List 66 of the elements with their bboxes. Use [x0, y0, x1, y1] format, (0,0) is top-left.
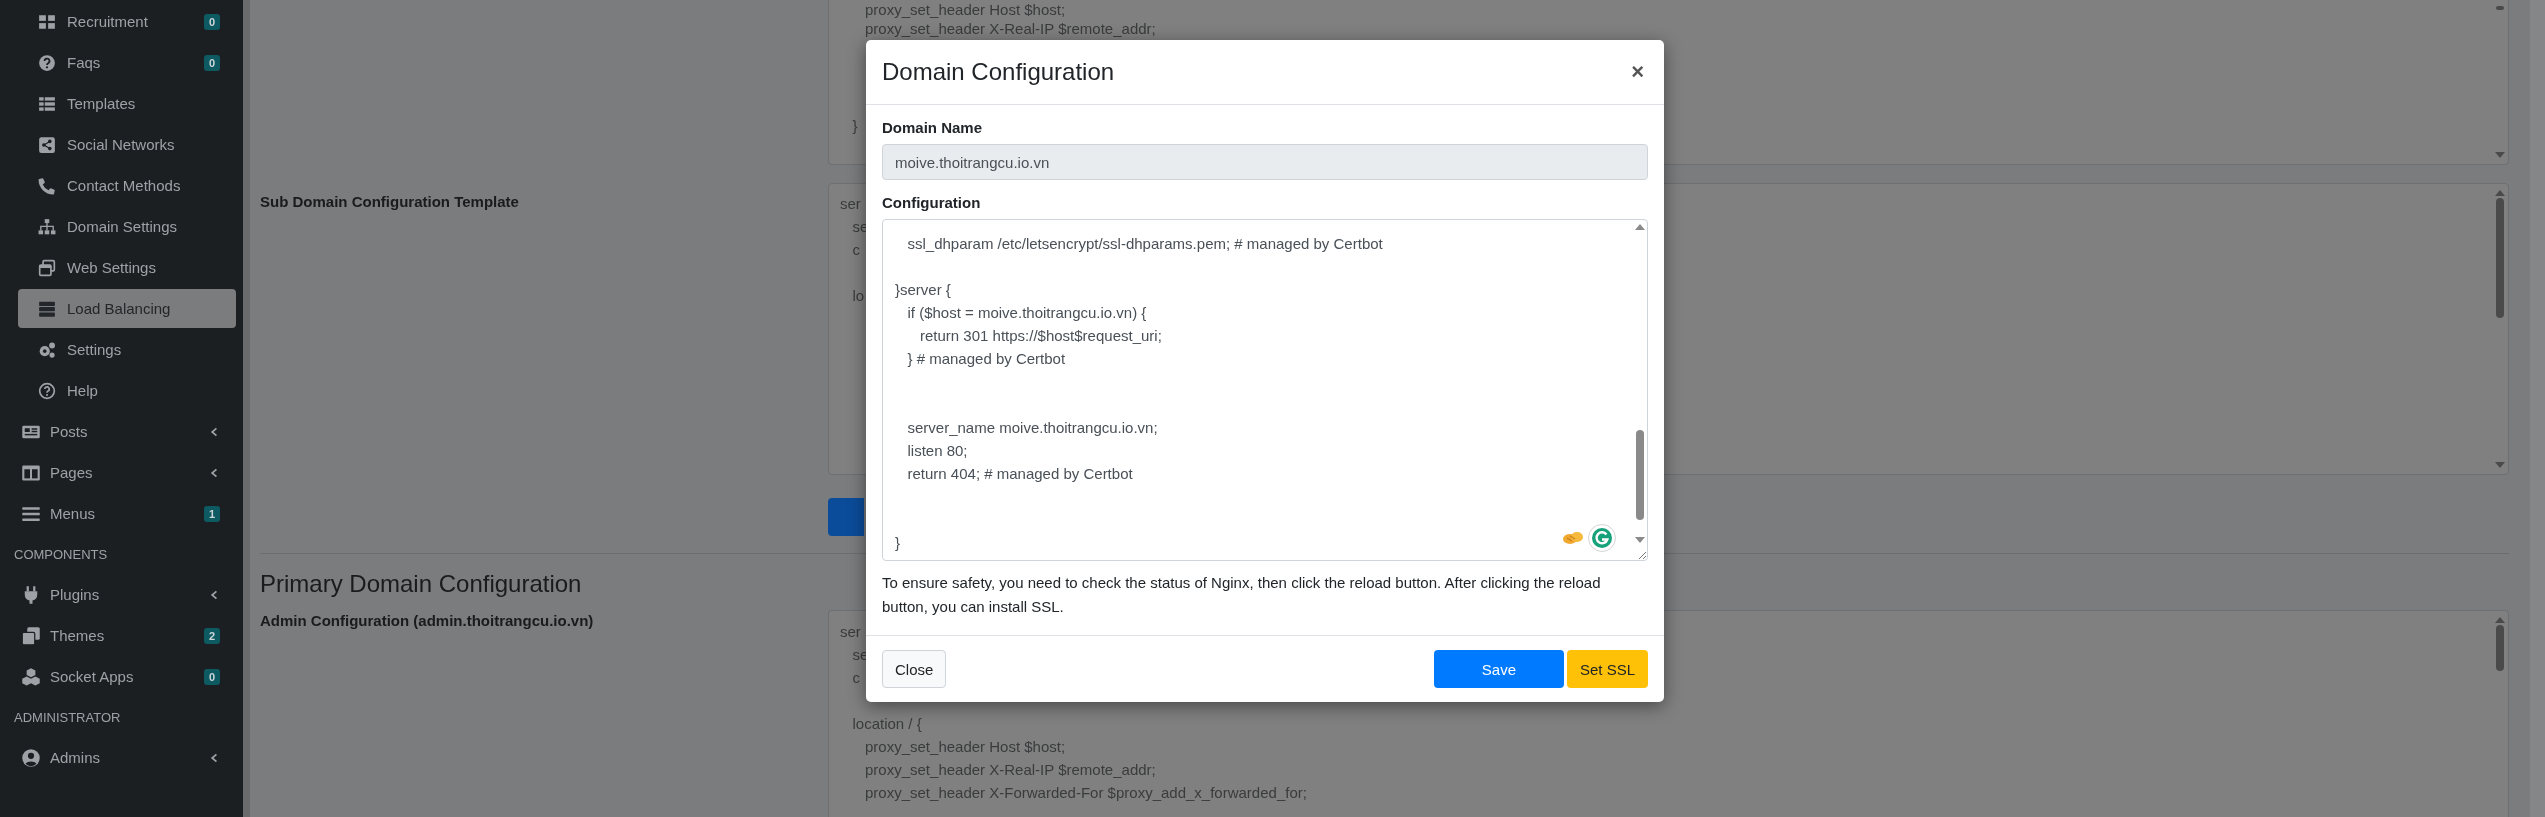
code-line: proxy_set_header X-Forwarded-For $proxy_add_x_forwarded_for; — [864, 783, 1307, 803]
section-title: Primary Domain Configuration — [260, 570, 582, 598]
sidebar-item[interactable]: Faqs 0 — [18, 43, 236, 82]
sidebar-item[interactable]: Pages — [18, 453, 236, 492]
windows-icon — [38, 258, 56, 277]
phone-icon — [38, 176, 56, 195]
section-header: ADMINISTRATOR — [13, 708, 122, 727]
question-circle-icon — [38, 381, 56, 400]
sitemap-icon — [38, 217, 56, 236]
sidebar-item[interactable]: Recruitment 0 — [18, 2, 236, 41]
code-line: proxy_set_header Host $host; — [864, 0, 1066, 19]
count-badge: 1 — [203, 505, 220, 522]
sidebar-item[interactable]: Help — [18, 371, 236, 410]
sidebar-item[interactable]: Social Networks — [18, 125, 236, 164]
configuration-textarea[interactable]: ssl_dhparam /etc/letsencrypt/ssl-dhparams.pem; # managed by Certbot }server { if ($host = moive.thoitrangcu.io.vn) { return 301 https://$host$request_uri; } # managed by Certbot server_name moive.thoitrangcu.io.vn; listen 80; return 404; # managed by Certbot } — [882, 219, 1648, 561]
close-button[interactable]: Close — [882, 650, 947, 688]
code-line: proxy_set_header X-Real-IP $remote_addr; — [864, 19, 1156, 38]
code-line: proxy_set_header Host $host; — [864, 737, 1066, 757]
ssl-button[interactable]: Set SSL — [1566, 650, 1648, 688]
code-line: ser — [840, 622, 861, 642]
sidebar-item[interactable]: Settings — [18, 330, 236, 369]
windows-icon — [21, 625, 41, 646]
field-label: Admin Configuration (admin.thoitrangcu.io.vn) — [260, 611, 595, 631]
share-icon — [38, 135, 56, 154]
code-line: c — [851, 668, 860, 688]
code-line: } — [851, 116, 858, 135]
field-label: Domain Name — [882, 119, 984, 136]
question-circle-icon — [38, 53, 56, 72]
field-label: Sub Domain Configuration Template — [260, 192, 520, 212]
dialog-title: Domain Configuration — [882, 58, 1115, 86]
code-line: c — [851, 240, 860, 260]
code-line: lo — [851, 286, 865, 306]
code-line: ser — [840, 194, 861, 214]
scrollbar[interactable] — [1635, 224, 1645, 543]
count-badge: 0 — [203, 668, 220, 685]
code-line: proxy_set_header X-Real-IP $remote_addr; — [864, 760, 1156, 780]
sidebar-item[interactable]: Menus 1 — [18, 494, 236, 533]
sidebar-item[interactable]: Contact Methods — [18, 166, 236, 205]
sidebar-item[interactable]: Domain Settings — [18, 207, 236, 246]
submit-button[interactable] — [828, 498, 864, 536]
sidebar-item[interactable]: Admins — [18, 738, 236, 777]
save-button[interactable]: Save — [1433, 650, 1564, 688]
scrollbar[interactable] — [2495, 6, 2505, 158]
scrollbar[interactable] — [243, 0, 250, 817]
code-line: location / { — [851, 714, 922, 734]
server-icon — [38, 299, 56, 318]
sidebar-item[interactable]: Posts — [18, 412, 236, 451]
count-badge: 0 — [203, 54, 220, 71]
section-header: COMPONENTS — [13, 545, 109, 564]
count-badge: 0 — [203, 13, 220, 30]
g-circle-icon — [1588, 524, 1616, 552]
scrollbar[interactable] — [2495, 190, 2505, 468]
domain-name-field: moive.thoitrangcu.io.vn — [882, 144, 1648, 180]
field-label: Configuration — [882, 194, 982, 211]
user-circle-icon — [21, 747, 41, 768]
sidebar-item[interactable]: Web Settings — [18, 248, 236, 287]
table-list-icon — [38, 94, 56, 113]
sidebar-item[interactable]: Plugins — [18, 575, 236, 614]
sidebar-item[interactable]: Load Balancing — [18, 289, 236, 328]
count-badge: 2 — [203, 627, 220, 644]
sidebar-item[interactable]: Templates — [18, 84, 236, 123]
sidebar-item[interactable]: Socket Apps 0 — [18, 657, 236, 696]
grid-icon — [38, 12, 56, 31]
close-button[interactable]: × — [1627, 61, 1648, 83]
sidebar-item[interactable]: Themes 2 — [18, 616, 236, 655]
cubes-icon — [21, 666, 41, 687]
